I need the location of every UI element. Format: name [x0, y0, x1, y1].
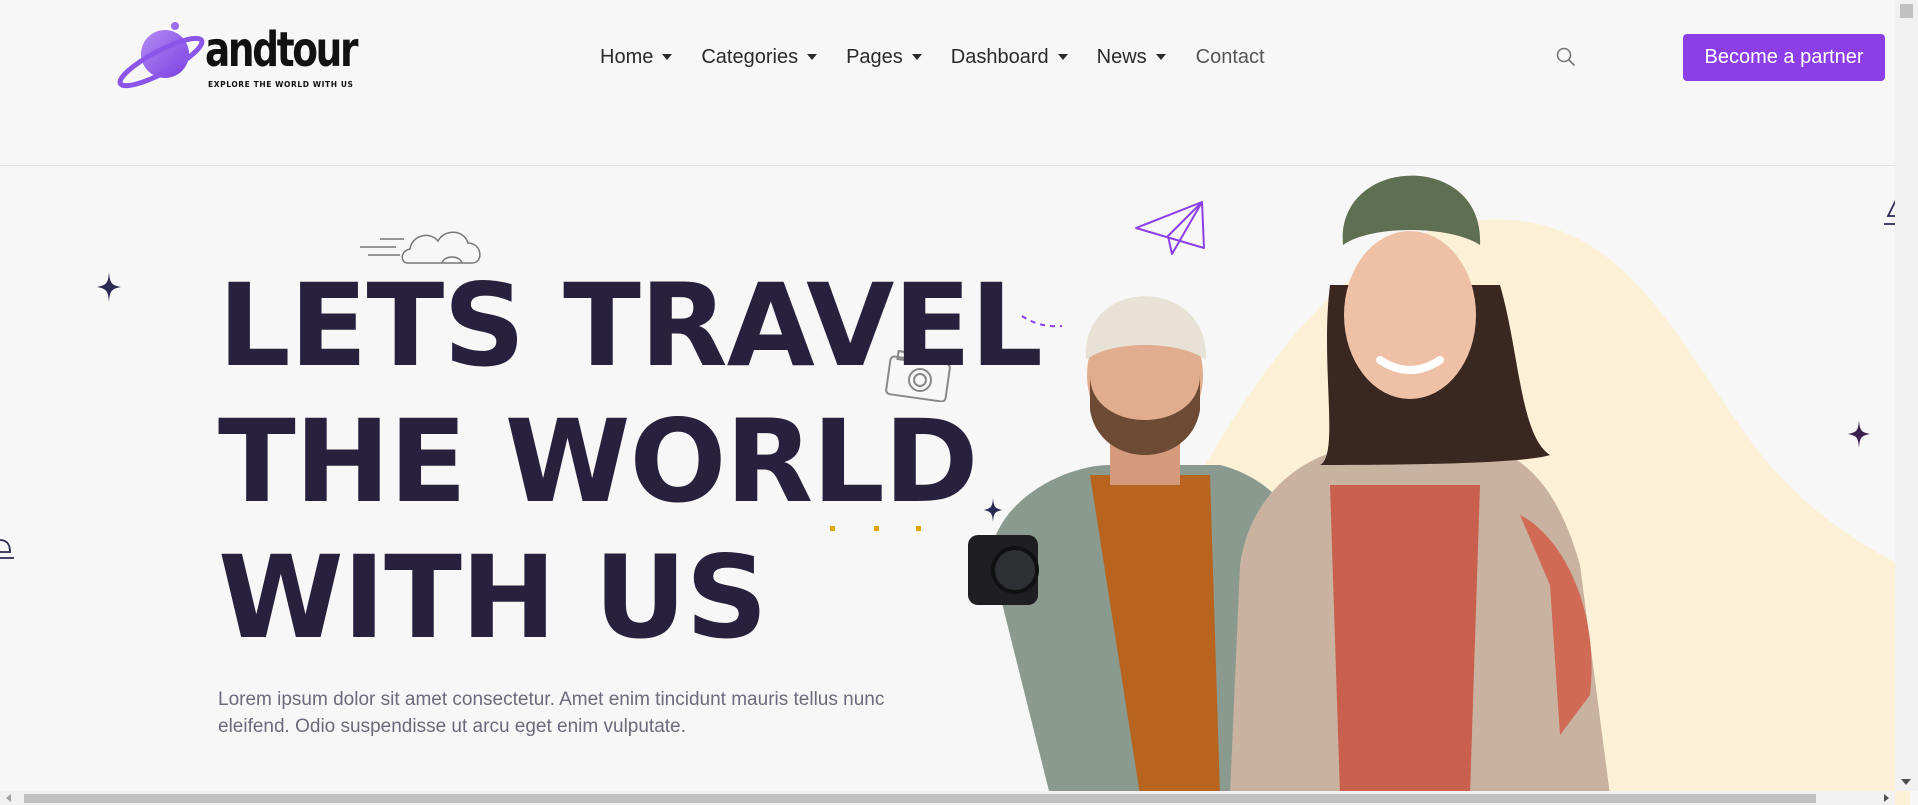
- planet-logo-icon: [117, 22, 205, 89]
- brand-logo[interactable]: andtour EXPLORE THE WORLD WITH US: [117, 20, 358, 96]
- become-partner-button[interactable]: Become a partner: [1683, 34, 1885, 81]
- nav-item-home[interactable]: Home: [600, 45, 673, 69]
- hero-title-line: LETS TRAVEL: [218, 259, 1043, 392]
- caret-down-icon: [662, 54, 673, 60]
- nav-item-label: Categories: [701, 45, 799, 68]
- caret-down-icon: [1155, 54, 1166, 60]
- nav-item-dashboard[interactable]: Dashboard: [951, 46, 1068, 69]
- scroll-right-arrow-icon[interactable]: [1884, 794, 1889, 802]
- scrollbar-thumb[interactable]: [24, 794, 1816, 803]
- nav-item-categories[interactable]: Categories: [701, 45, 818, 69]
- partial-shape-icon: [0, 539, 14, 559]
- vertical-scrollbar[interactable]: [1895, 0, 1918, 791]
- caret-down-icon: [911, 54, 922, 60]
- nav-item-news[interactable]: News: [1097, 46, 1166, 69]
- brand-tagline: EXPLORE THE WORLD WITH US: [208, 80, 354, 89]
- scroll-down-arrow-icon[interactable]: [1901, 779, 1911, 785]
- main-nav: Home Categories Pages Dashboard News Con…: [600, 42, 1294, 72]
- caret-down-icon: [1057, 54, 1068, 60]
- scroll-left-arrow-icon[interactable]: [6, 794, 11, 802]
- horizontal-scrollbar[interactable]: [0, 791, 1895, 805]
- hero-title-line: WITH US: [218, 531, 768, 664]
- sparkle-icon: [97, 272, 121, 302]
- hero-travelers-photo: [968, 175, 1610, 795]
- paper-plane-icon: [1135, 201, 1205, 255]
- partial-shape-icon: [1884, 199, 1896, 225]
- nav-item-label: Contact: [1195, 45, 1265, 68]
- nav-item-label: Pages: [846, 45, 903, 68]
- hero-description: Lorem ipsum dolor sit amet consectetur. …: [218, 689, 885, 737]
- sparkle-icon: [1848, 420, 1870, 448]
- search-button[interactable]: [1554, 45, 1578, 69]
- nav-item-contact[interactable]: Contact: [1196, 46, 1265, 69]
- nav-item-label: Home: [600, 45, 654, 68]
- nav-item-label: Dashboard: [950, 45, 1049, 68]
- brand-name: andtour: [205, 22, 358, 78]
- nav-item-pages[interactable]: Pages: [846, 46, 922, 69]
- caret-down-icon: [807, 54, 818, 60]
- search-icon: [1556, 47, 1575, 66]
- hero-title-line: THE WORLD: [218, 395, 978, 528]
- nav-item-label: News: [1096, 45, 1147, 68]
- scrollbar-thumb[interactable]: [1900, 4, 1913, 18]
- hero-title: LETS TRAVEL THE WORLD WITH US: [218, 258, 1043, 666]
